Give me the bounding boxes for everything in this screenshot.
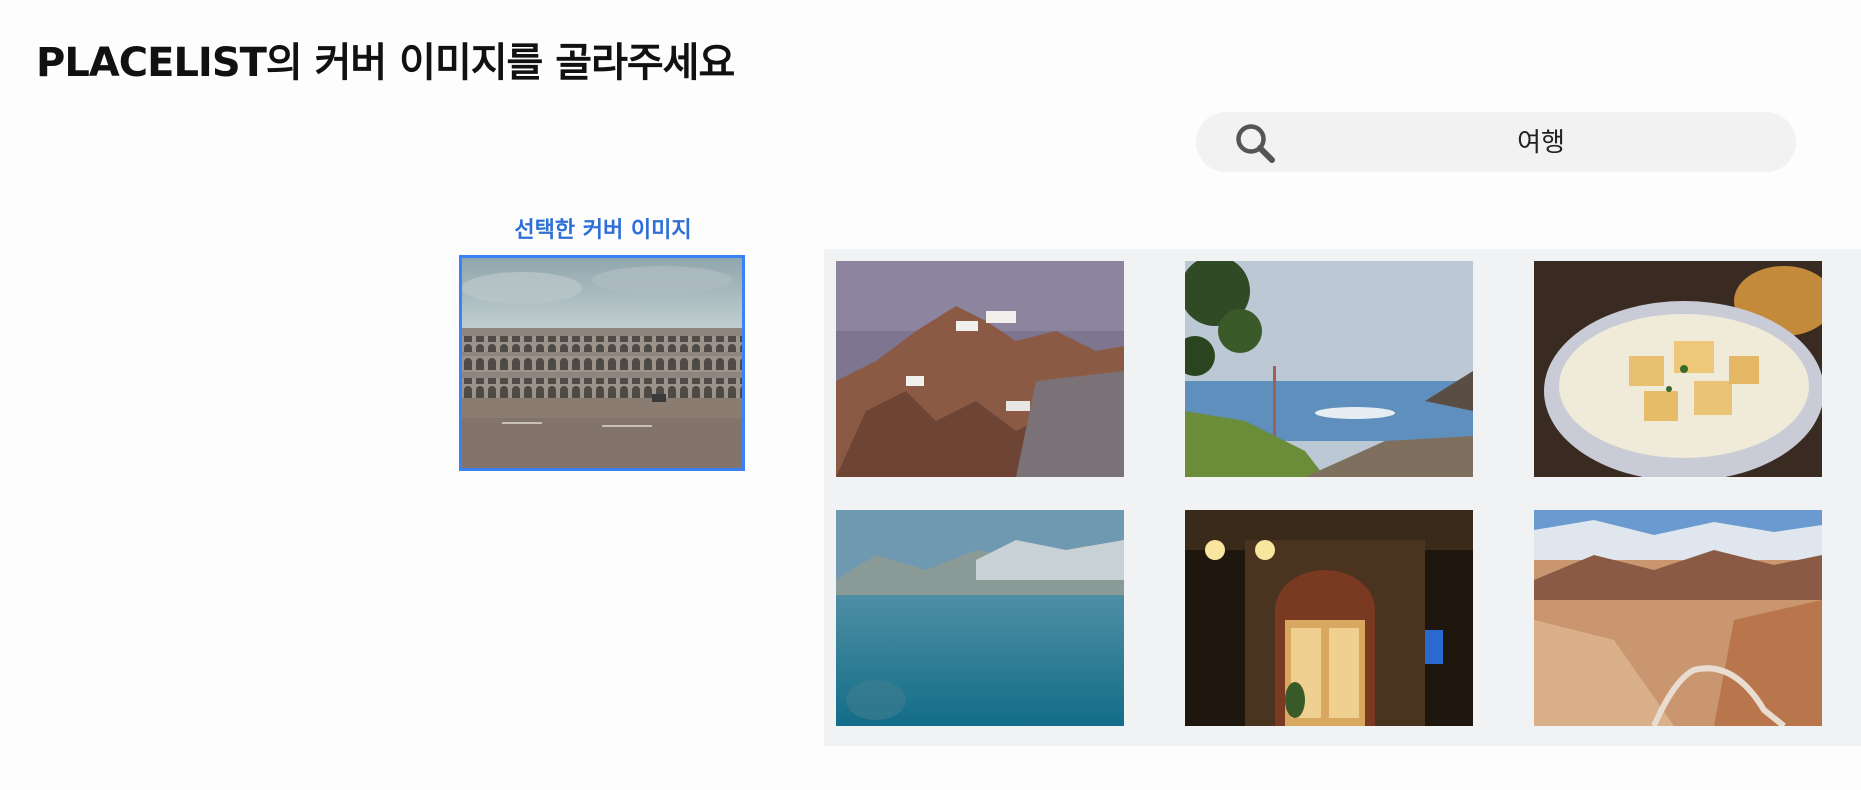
gallery-image-croutons-soup[interactable]	[1534, 261, 1822, 477]
gallery-image-blue-lake[interactable]	[836, 510, 1124, 726]
search-bar[interactable]	[1196, 112, 1796, 174]
gallery-image-tree-sky[interactable]	[1185, 261, 1473, 477]
page-title: PLACELIST의 커버 이미지를 골라주세요	[36, 40, 735, 86]
search-input[interactable]	[1286, 112, 1796, 174]
gallery-image-desert-mountain-road[interactable]	[1534, 510, 1822, 726]
gallery-image-night-cafe[interactable]	[1185, 510, 1473, 726]
selected-cover-image	[459, 255, 745, 471]
gallery-image-mountain-monastery[interactable]	[836, 261, 1124, 477]
image-gallery	[824, 249, 1861, 746]
search-icon[interactable]	[1234, 122, 1276, 164]
selected-cover-label: 선택한 커버 이미지	[514, 218, 692, 243]
